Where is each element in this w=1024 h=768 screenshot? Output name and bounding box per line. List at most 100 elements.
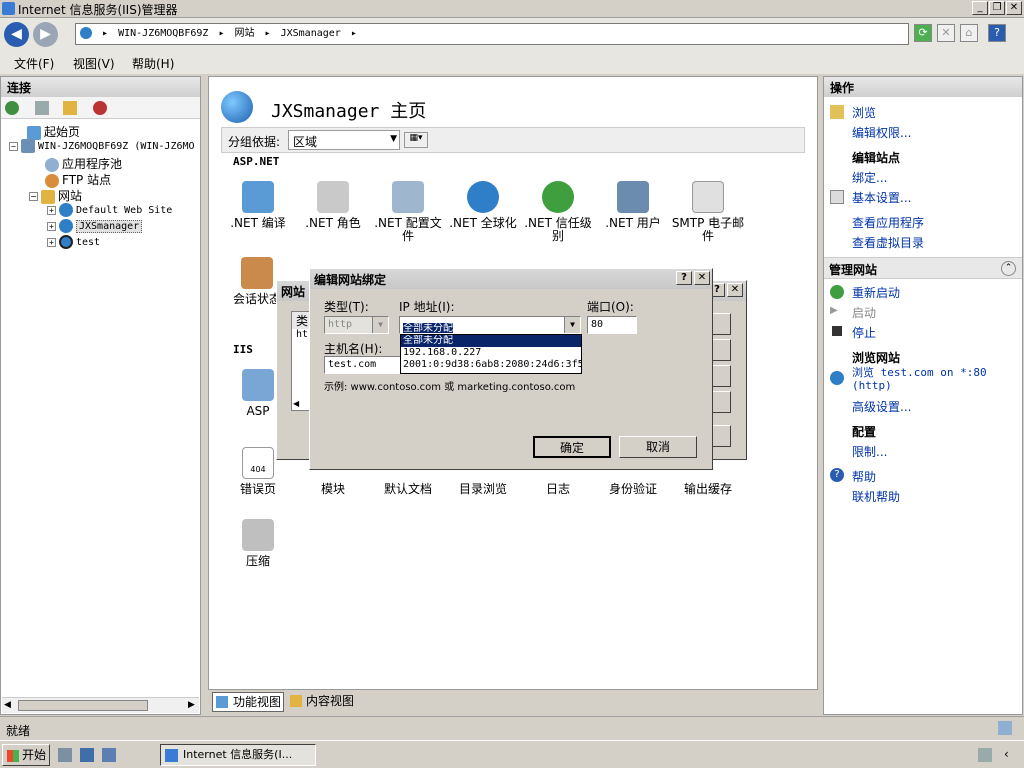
disconnect-icon[interactable]: [93, 101, 107, 115]
action-restart[interactable]: 重新启动: [852, 284, 900, 301]
save-icon[interactable]: [35, 101, 49, 115]
scroll-right-icon[interactable]: ▶: [188, 700, 195, 710]
windows-flag-icon: [7, 749, 19, 762]
switch-windows-icon[interactable]: [102, 748, 116, 762]
expand-icon[interactable]: +: [47, 221, 56, 231]
bindings-list[interactable]: 类 ht: [291, 311, 311, 411]
ip-address-select[interactable]: 全部未分配 ▼: [399, 316, 581, 334]
action-basic-settings[interactable]: 基本设置...: [852, 189, 911, 206]
expand-icon[interactable]: +: [47, 237, 56, 247]
feature-net-trust[interactable]: .NET 信任级别: [519, 181, 597, 243]
iis-app-icon: [2, 2, 15, 15]
ip-label: IP 地址(I):: [399, 300, 455, 314]
compile-icon: [242, 181, 274, 213]
scroll-left-icon[interactable]: ◀: [293, 399, 299, 408]
connect-icon[interactable]: [5, 101, 19, 115]
home-icon[interactable]: ⌂: [960, 24, 978, 42]
group-by-select[interactable]: 区域 ▼: [288, 130, 400, 150]
action-advanced-settings[interactable]: 高级设置...: [852, 398, 911, 415]
action-browse[interactable]: 浏览: [852, 104, 876, 121]
folder-up-icon[interactable]: [63, 101, 77, 115]
bindings-side-button-4[interactable]: [711, 391, 731, 413]
action-bindings[interactable]: 绑定...: [852, 169, 887, 186]
ip-option-all-unassigned[interactable]: 全部未分配: [401, 335, 581, 347]
action-limits[interactable]: 限制...: [852, 443, 887, 460]
collapse-icon[interactable]: −: [9, 141, 18, 151]
refresh-icon[interactable]: ⟳: [914, 24, 932, 42]
tree-ftp-sites[interactable]: FTP 站点: [45, 171, 111, 188]
breadcrumb-site[interactable]: JXSmanager: [281, 28, 341, 39]
bindings-side-button-3[interactable]: [711, 365, 731, 387]
expand-icon[interactable]: +: [47, 205, 56, 215]
action-stop[interactable]: 停止: [852, 324, 876, 341]
roles-icon: [317, 181, 349, 213]
tree-app-pools[interactable]: 应用程序池: [45, 155, 122, 172]
feature-net-profile[interactable]: .NET 配置文件: [369, 181, 447, 243]
port-input[interactable]: 80: [587, 316, 637, 334]
stop-icon[interactable]: ✕: [937, 24, 955, 42]
tree-default-site[interactable]: + Default Web Site: [47, 203, 172, 217]
action-view-virtual-dirs[interactable]: 查看虚拟目录: [852, 234, 924, 251]
view-tabs: 功能视图 内容视图: [208, 690, 818, 714]
tray-expand-icon[interactable]: ‹: [1004, 747, 1009, 761]
breadcrumb-sites[interactable]: 网站: [235, 28, 255, 39]
help-icon[interactable]: ?: [988, 24, 1006, 42]
collapse-chevron-icon[interactable]: ⌃: [1001, 261, 1016, 276]
action-view-applications[interactable]: 查看应用程序: [852, 214, 924, 231]
ip-option-ipv4[interactable]: 192.168.0.227: [401, 347, 581, 359]
tree-server[interactable]: − WIN-JZ6MOQBF69Z (WIN-JZ6MO: [9, 139, 195, 153]
manage-site-header: 管理网站 ⌃: [824, 257, 1022, 279]
tree-start-page[interactable]: 起始页: [27, 123, 80, 140]
taskbar-iis-item[interactable]: Internet 信息服务(I...: [160, 744, 316, 766]
scroll-thumb[interactable]: [18, 700, 148, 711]
maximize-button[interactable]: ❐: [989, 1, 1005, 15]
tree-sites[interactable]: − 网站: [29, 187, 82, 204]
tab-features-view[interactable]: 功能视图: [212, 692, 284, 712]
feature-net-users[interactable]: .NET 用户: [594, 181, 672, 230]
type-label: 类型(T):: [324, 300, 369, 314]
bindings-side-button-2[interactable]: [711, 339, 731, 361]
tab-content-view[interactable]: 内容视图: [288, 692, 360, 712]
feature-net-roles[interactable]: .NET 角色: [294, 181, 372, 230]
action-online-help[interactable]: 联机帮助: [852, 488, 900, 505]
chevron-down-icon[interactable]: ▼: [564, 317, 580, 333]
feature-smtp-email[interactable]: SMTP 电子邮件: [669, 181, 747, 243]
close-icon[interactable]: ✕: [727, 283, 743, 297]
tree-jxsmanager[interactable]: + JXSmanager: [47, 219, 143, 233]
feature-compression[interactable]: 压缩: [219, 519, 297, 568]
address-bar[interactable]: ▸ WIN-JZ6MOQBF69Z ▸ 网站 ▸ JXSmanager ▸: [75, 23, 909, 45]
back-button[interactable]: ◀: [4, 22, 29, 47]
action-help[interactable]: 帮助: [852, 468, 876, 485]
ip-dropdown-list[interactable]: 全部未分配 192.168.0.227 2001:0:9d38:6ab8:208…: [400, 334, 582, 374]
help-icon[interactable]: ?: [676, 271, 692, 285]
feature-net-compilation[interactable]: .NET 编译: [219, 181, 297, 230]
minimize-button[interactable]: _: [972, 1, 988, 15]
host-name-input[interactable]: test.com: [324, 356, 401, 374]
server-manager-icon[interactable]: [58, 748, 72, 762]
view-mode-icon[interactable]: ▦▾: [404, 132, 428, 148]
collapse-icon[interactable]: −: [29, 192, 38, 201]
menu-help[interactable]: 帮助(H): [132, 55, 174, 72]
feature-net-globalization[interactable]: .NET 全球化: [444, 181, 522, 230]
tree-test[interactable]: + test: [47, 235, 100, 249]
start-button[interactable]: 开始: [2, 744, 50, 766]
ip-option-ipv6[interactable]: 2001:0:9d38:6ab8:2080:24d6:3f57: [401, 359, 581, 371]
bindings-side-button-1[interactable]: [711, 313, 731, 335]
close-button[interactable]: ✕: [1006, 1, 1022, 15]
menu-file[interactable]: 文件(F): [14, 55, 54, 72]
breadcrumb-server[interactable]: WIN-JZ6MOQBF69Z: [118, 28, 208, 39]
forward-button[interactable]: ▶: [33, 22, 58, 47]
show-desktop-icon[interactable]: [80, 748, 94, 762]
scroll-left-icon[interactable]: ◀: [4, 700, 11, 710]
action-browse-binding[interactable]: 浏览 test.com on *:80 (http): [852, 366, 987, 392]
globe-icon: [59, 203, 73, 217]
action-edit-permissions[interactable]: 编辑权限...: [852, 124, 911, 141]
bindings-side-button-5[interactable]: [711, 425, 731, 447]
close-icon[interactable]: ✕: [694, 271, 710, 285]
menu-view[interactable]: 视图(V): [73, 55, 115, 72]
ftp-icon: [45, 173, 59, 188]
bindings-row[interactable]: ht: [292, 329, 310, 340]
horizontal-scrollbar[interactable]: ◀ ▶: [2, 697, 199, 713]
ok-button[interactable]: 确定: [533, 436, 611, 458]
cancel-button[interactable]: 取消: [619, 436, 697, 458]
